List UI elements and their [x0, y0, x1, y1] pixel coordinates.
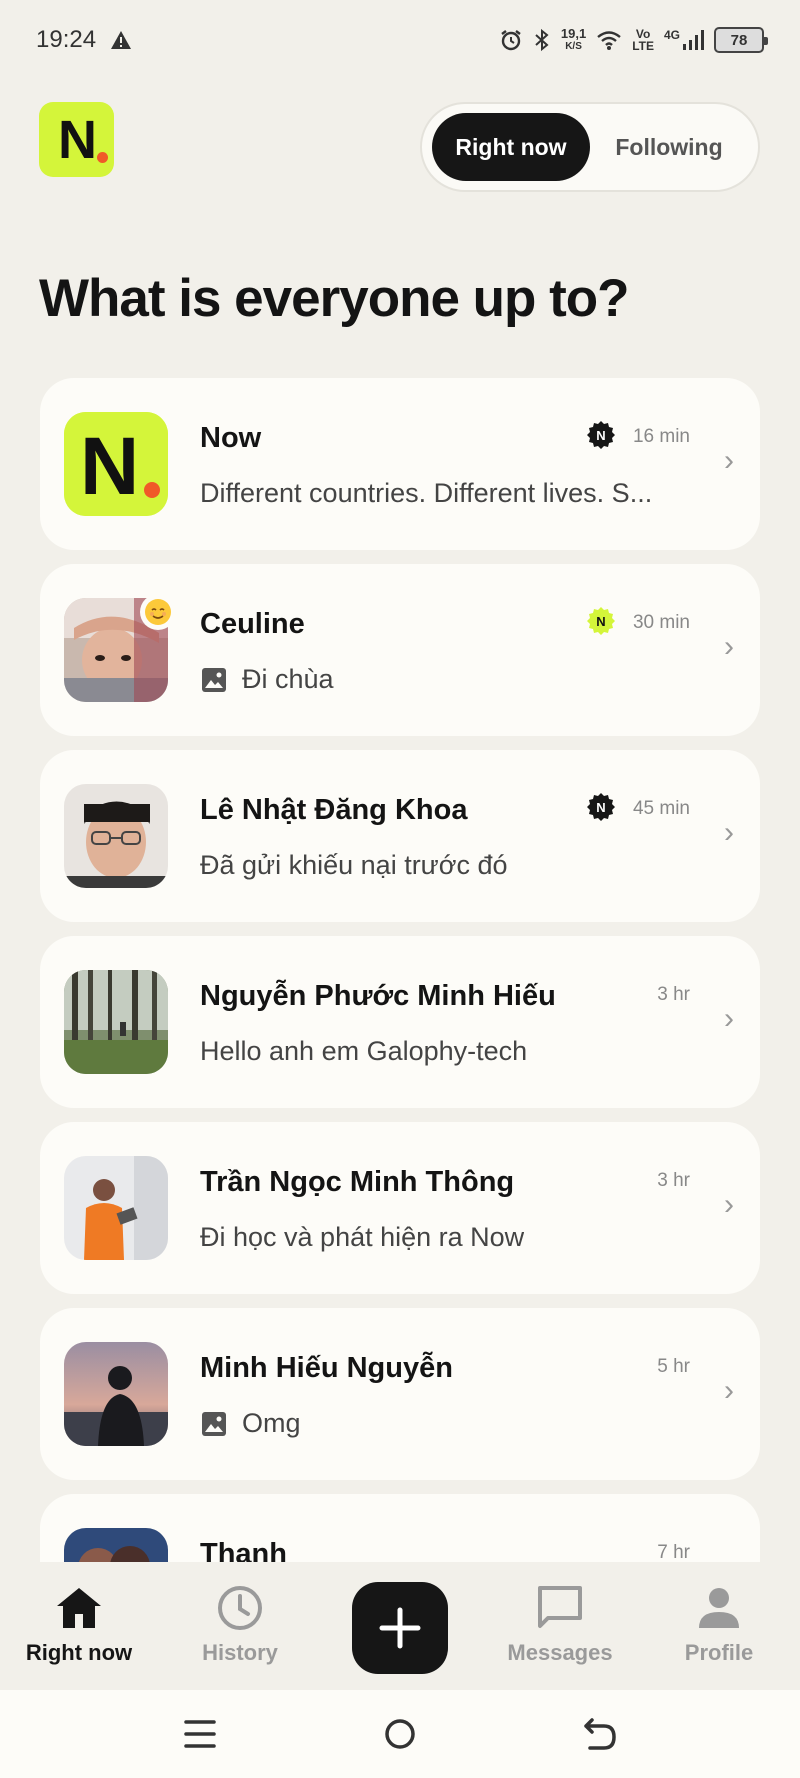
avatar	[64, 1528, 168, 1562]
card-time: 3 hr	[657, 984, 690, 1005]
card-time: 7 hr	[657, 1542, 690, 1562]
now-badge-icon: N	[586, 792, 616, 822]
avatar	[64, 1156, 168, 1260]
card-name: Minh Hiếu Nguyễn	[200, 1352, 453, 1384]
wifi-icon	[597, 31, 621, 50]
clock-icon	[218, 1586, 262, 1630]
chevron-right-icon: ›	[724, 444, 734, 477]
avatar	[64, 784, 168, 888]
avatar	[64, 970, 168, 1074]
card-name: Now	[200, 422, 262, 454]
home-icon	[57, 1588, 101, 1628]
avatar-photo	[64, 784, 168, 888]
feed-card-minh-hieu-nguyen[interactable]: Minh Hiếu Nguyễn Omg 5 hr ›	[40, 1308, 760, 1480]
avatar-photo	[64, 970, 168, 1074]
card-name: Nguyễn Phước Minh Hiếu	[200, 980, 556, 1012]
now-logo-icon: N	[64, 412, 168, 516]
nav-messages[interactable]: Messages	[485, 1582, 635, 1666]
card-time: 45 min	[632, 798, 690, 819]
svg-text:N: N	[596, 614, 605, 629]
feed-toggle: Right now Following	[420, 102, 760, 192]
nav-right-now[interactable]: Right now	[4, 1582, 154, 1666]
avatar-photo	[64, 1156, 168, 1260]
logo-letter: N	[58, 109, 97, 170]
card-subtitle: Omg	[200, 1408, 680, 1439]
feed-card-thanh[interactable]: Thanh 7 hr	[40, 1494, 760, 1562]
status-time: 19:24	[36, 26, 97, 53]
card-name: Thanh	[200, 1538, 287, 1562]
svg-text:N: N	[80, 421, 139, 512]
svg-text:N: N	[596, 428, 605, 443]
card-subtitle: Đi học và phát hiện ra Now	[200, 1222, 525, 1252]
system-nav-bar	[0, 1690, 800, 1778]
add-post-button[interactable]	[352, 1582, 448, 1674]
avatar-photo	[64, 1528, 168, 1562]
plus-icon	[379, 1607, 421, 1649]
net-speed: 19,1 K/S	[560, 26, 587, 52]
bluetooth-icon	[535, 28, 549, 52]
avatar	[64, 1342, 168, 1446]
chevron-right-icon: ›	[724, 1188, 734, 1221]
card-name: Ceuline	[200, 608, 305, 640]
logo-dot	[97, 152, 108, 163]
card-name: Lê Nhật Đăng Khoa	[200, 794, 468, 826]
mood-emoji-icon	[140, 594, 176, 630]
tab-right-now[interactable]: Right now	[432, 113, 590, 181]
volte-indicator: Vo LTE	[632, 27, 654, 53]
now-badge-icon: N	[586, 420, 616, 450]
avatar-photo	[64, 1342, 168, 1446]
nav-history[interactable]: History	[165, 1582, 315, 1666]
person-icon	[699, 1588, 739, 1628]
card-name: Trần Ngọc Minh Thông	[200, 1166, 515, 1198]
card-subtitle: Hello anh em Galophy-tech	[200, 1036, 528, 1066]
chevron-right-icon: ›	[724, 816, 734, 849]
app-logo[interactable]: N	[39, 102, 114, 177]
bottom-nav: Right now History Messages Profile	[0, 1562, 800, 1690]
card-subtitle: Đi chùa	[200, 664, 680, 695]
nav-profile[interactable]: Profile	[644, 1582, 794, 1666]
status-left: 19:24	[36, 26, 132, 54]
feed-card-now[interactable]: N Now Different countries. Different liv…	[40, 378, 760, 550]
image-icon	[202, 1411, 226, 1436]
tab-following[interactable]: Following	[590, 113, 748, 181]
card-subtitle: Đã gửi khiếu nại trước đó	[200, 850, 508, 880]
chevron-right-icon: ›	[724, 630, 734, 663]
feed-list: N Now Different countries. Different liv…	[40, 378, 760, 1562]
battery-indicator: 78	[714, 27, 768, 53]
avatar: N	[64, 412, 168, 516]
card-time: 30 min	[632, 612, 690, 633]
status-right: 19,1 K/S Vo LTE 4G 78	[499, 26, 768, 53]
chevron-right-icon: ›	[724, 1374, 734, 1407]
now-badge-icon: N	[586, 606, 616, 636]
nav-label: Messages	[507, 1640, 613, 1665]
card-time: 3 hr	[657, 1170, 690, 1191]
menu-icon[interactable]	[178, 1712, 222, 1756]
cellular-signal: 4G	[664, 29, 704, 51]
signal-icon	[683, 30, 704, 50]
message-icon	[538, 1586, 582, 1628]
feed-card-khoa[interactable]: Lê Nhật Đăng Khoa Đã gửi khiếu nại trước…	[40, 750, 760, 922]
image-icon	[202, 667, 226, 692]
back-icon[interactable]	[578, 1712, 622, 1756]
feed-card-minh-thong[interactable]: Trần Ngọc Minh Thông Đi học và phát hiện…	[40, 1122, 760, 1294]
chevron-right-icon: ›	[724, 1002, 734, 1035]
nav-label: Right now	[25, 1640, 133, 1665]
status-bar: 19:24 19,1 K/S Vo LTE 4G 78	[0, 0, 800, 80]
card-time: 5 hr	[657, 1356, 690, 1377]
home-circle-icon[interactable]	[378, 1712, 422, 1756]
feed-card-ceuline[interactable]: Ceuline Đi chùa N 30 min ›	[40, 564, 760, 736]
svg-text:N: N	[596, 800, 605, 815]
nav-label: History	[202, 1640, 278, 1665]
alarm-icon	[501, 30, 521, 51]
card-time: 16 min	[632, 426, 690, 447]
warning-icon	[111, 31, 132, 49]
card-subtitle: Different countries. Different lives. S.…	[200, 478, 653, 508]
page-title: What is everyone up to?	[39, 269, 630, 328]
nav-label: Profile	[684, 1640, 754, 1665]
feed-card-minh-hieu[interactable]: Nguyễn Phước Minh Hiếu Hello anh em Galo…	[40, 936, 760, 1108]
